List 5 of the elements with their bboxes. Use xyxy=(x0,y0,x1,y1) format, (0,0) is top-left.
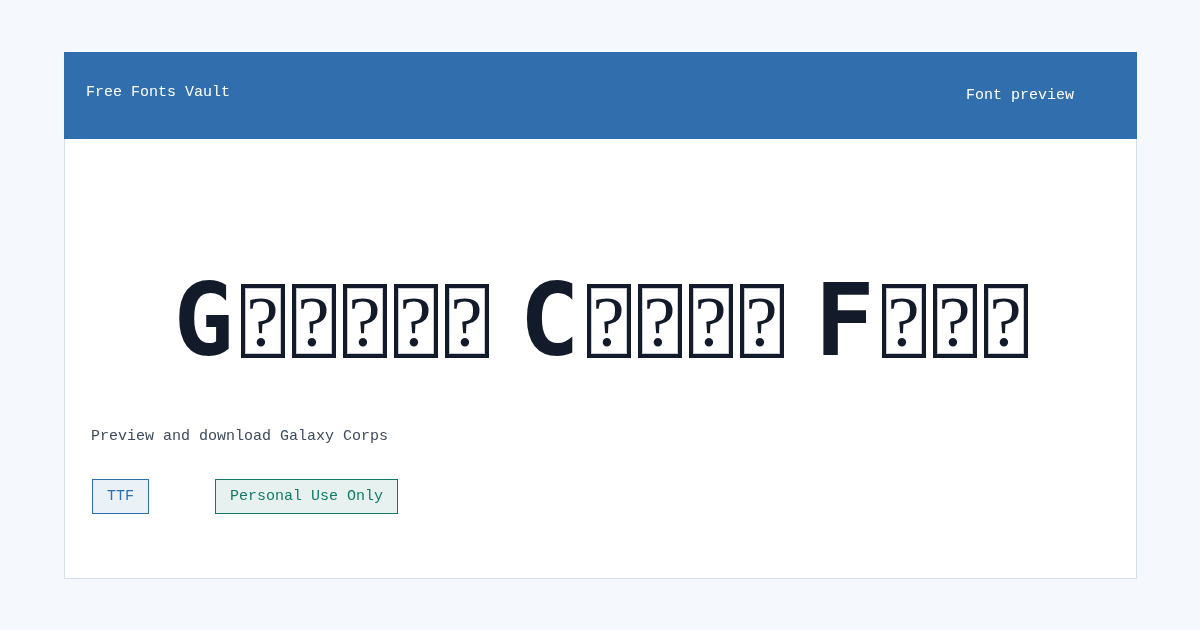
description-text: Preview and download Galaxy Corps xyxy=(91,428,389,446)
site-title: Free Fonts Vault xyxy=(86,84,231,102)
tag: Personal Use Only xyxy=(215,479,399,514)
tag: TTF xyxy=(92,479,149,514)
page-label: Font preview xyxy=(965,86,1074,105)
